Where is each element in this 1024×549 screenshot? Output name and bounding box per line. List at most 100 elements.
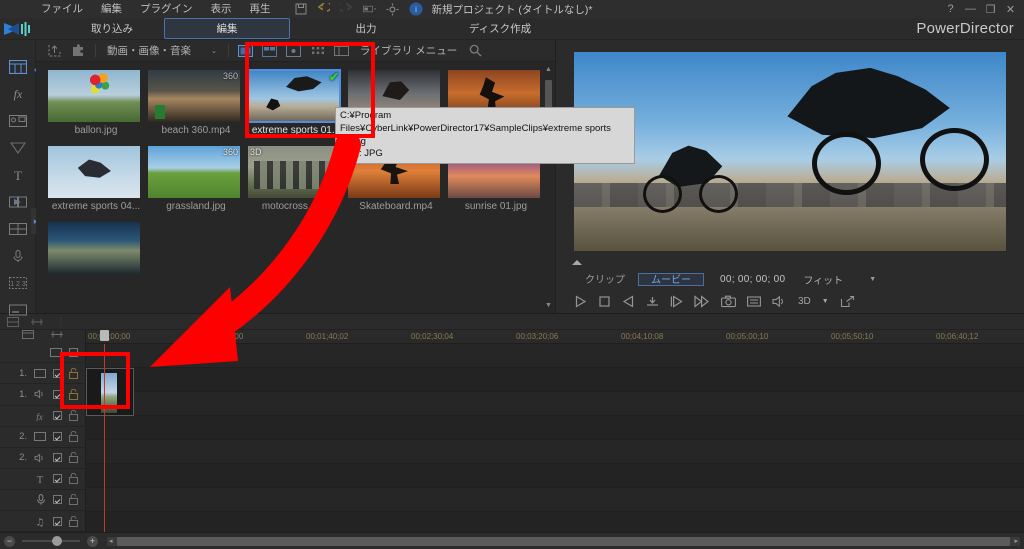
save-icon[interactable]	[294, 2, 308, 16]
track-manager-icon[interactable]	[4, 315, 22, 328]
track-enable-checkbox[interactable]	[53, 453, 62, 463]
previous-frame-button[interactable]	[622, 294, 635, 308]
track-row-video-1[interactable]: 1.	[0, 363, 85, 385]
list-item[interactable]: extreme sports 04...	[48, 146, 144, 212]
preview-fit-select[interactable]: フィット	[803, 272, 843, 287]
fast-forward-button[interactable]	[694, 294, 710, 308]
pip-object-room-icon[interactable]	[7, 114, 29, 128]
preview-mode-clip[interactable]: クリップ	[572, 273, 638, 286]
media-thumbnail[interactable]	[48, 146, 140, 198]
preview-playhead-marker-icon[interactable]	[572, 255, 582, 265]
view-large-thumbnails-icon[interactable]	[234, 42, 258, 60]
master-video-icon[interactable]	[50, 347, 62, 357]
tab-edit[interactable]: 編集	[164, 18, 290, 39]
popout-preview-icon[interactable]	[840, 295, 855, 308]
music-track-icon[interactable]: ♫	[34, 516, 46, 527]
menu-file[interactable]: ファイル	[32, 0, 92, 18]
media-filter-select[interactable]: 動画・画像・音楽 ⌄	[101, 43, 223, 58]
track-row-audio-2[interactable]: 2.	[0, 448, 85, 469]
zoom-in-button[interactable]: +	[87, 535, 98, 547]
zoom-out-button[interactable]: −	[4, 535, 15, 547]
video-track-icon[interactable]	[34, 368, 46, 378]
aspect-ratio-icon[interactable]	[362, 2, 377, 16]
track-lock-icon[interactable]	[69, 473, 78, 485]
media-thumbnail[interactable]: 3D	[248, 146, 340, 198]
track-lock-icon[interactable]	[69, 452, 78, 464]
track-row-voice[interactable]	[0, 490, 85, 511]
preview-scrub-area[interactable]	[566, 255, 1014, 269]
lane-voice[interactable]	[86, 512, 1024, 532]
preview-video[interactable]	[574, 52, 1006, 251]
track-row-fx[interactable]: fx	[0, 406, 85, 427]
mode-3d-label[interactable]: 3D	[798, 296, 811, 307]
menu-view[interactable]: 表示	[202, 0, 241, 18]
audio-mixing-room-icon[interactable]	[7, 222, 29, 236]
track-row-video-2[interactable]: 2.	[0, 427, 85, 448]
media-thumbnail[interactable]	[48, 222, 140, 274]
view-medium-thumbnails-icon[interactable]	[258, 42, 282, 60]
timeline-lanes[interactable]	[86, 330, 1024, 532]
volume-icon[interactable]	[772, 295, 787, 308]
lane-master[interactable]	[86, 344, 1024, 368]
maximize-button[interactable]: ❐	[985, 3, 996, 16]
track-enable-checkbox[interactable]	[53, 516, 62, 526]
mode-3d-caret-icon[interactable]: ▼	[822, 298, 829, 305]
audio-track-icon[interactable]	[34, 389, 46, 400]
timeline-horizontal-scrollbar[interactable]: ◂ ▸	[107, 536, 1020, 546]
play-button[interactable]	[574, 294, 587, 308]
track-enable-checkbox[interactable]	[53, 389, 62, 399]
scrollbar-thumb[interactable]	[117, 536, 1010, 546]
chevron-down-icon[interactable]: ▼	[869, 276, 876, 283]
track-enable-checkbox[interactable]	[53, 432, 62, 442]
title-room-icon[interactable]: T	[7, 168, 29, 182]
scroll-right-icon[interactable]: ▸	[1014, 537, 1018, 545]
plugin-icon[interactable]	[66, 42, 90, 60]
stop-button[interactable]	[598, 295, 611, 308]
list-item[interactable]: 360 grassland.jpg	[148, 146, 244, 212]
track-row-master[interactable]	[0, 342, 85, 364]
menu-edit[interactable]: 編集	[92, 0, 131, 18]
view-small-thumbnails-icon[interactable]	[282, 42, 306, 60]
menu-plugin[interactable]: プラグイン	[131, 0, 202, 18]
track-enable-checkbox[interactable]	[53, 495, 62, 505]
timeline-zoom-slider[interactable]	[22, 536, 80, 546]
media-thumbnail[interactable]	[48, 70, 140, 122]
tab-create-disc[interactable]: ディスク作成	[442, 19, 558, 38]
zoom-slider-knob[interactable]	[52, 536, 62, 546]
track-lock-icon[interactable]	[69, 515, 78, 527]
preferences-gear-icon[interactable]	[386, 2, 400, 16]
lane-video-1[interactable]	[86, 368, 1024, 392]
preview-timecode[interactable]: 00; 00; 00; 00	[720, 274, 785, 285]
fx-track-icon[interactable]: fx	[33, 411, 46, 421]
track-lock-icon[interactable]	[69, 388, 78, 400]
lane-audio-1[interactable]	[86, 392, 1024, 416]
list-item-selected[interactable]: ✔ extreme sports 01...	[247, 69, 344, 136]
lane-fx[interactable]	[86, 416, 1024, 440]
track-enable-checkbox[interactable]	[69, 347, 78, 357]
minimize-button[interactable]: —	[965, 3, 976, 15]
lane-video-2[interactable]	[86, 440, 1024, 464]
scroll-left-icon[interactable]: ◂	[109, 537, 113, 545]
list-item[interactable]: 360 beach 360.mp4	[148, 70, 244, 136]
transition-room-icon[interactable]	[7, 195, 29, 209]
track-row-title[interactable]: T	[0, 469, 85, 490]
help-button[interactable]: ?	[945, 3, 956, 15]
video-track-icon[interactable]	[34, 432, 46, 442]
menu-play[interactable]: 再生	[241, 0, 280, 18]
track-enable-checkbox[interactable]	[53, 411, 62, 421]
tab-produce[interactable]: 出力	[314, 19, 418, 38]
track-sync-icon[interactable]	[50, 330, 64, 342]
list-item[interactable]: 3D motocross.mpo	[248, 146, 344, 212]
scroll-down-icon[interactable]: ▼	[545, 302, 552, 309]
lane-audio-2[interactable]	[86, 464, 1024, 488]
list-item[interactable]	[48, 222, 144, 277]
track-enable-checkbox[interactable]	[53, 474, 62, 484]
timeline-playhead[interactable]	[100, 330, 109, 532]
snapshot-camera-icon[interactable]	[721, 295, 736, 308]
track-view-icon[interactable]	[22, 330, 34, 342]
lane-title[interactable]	[86, 488, 1024, 512]
voice-track-icon[interactable]	[36, 494, 46, 506]
timeline-tracks-area[interactable]: 00;00;00;00 00;00;50;00 00;01;40;02 00;0…	[86, 330, 1024, 532]
timeline-clip[interactable]	[86, 368, 134, 416]
media-thumbnail[interactable]: 360	[148, 70, 240, 122]
